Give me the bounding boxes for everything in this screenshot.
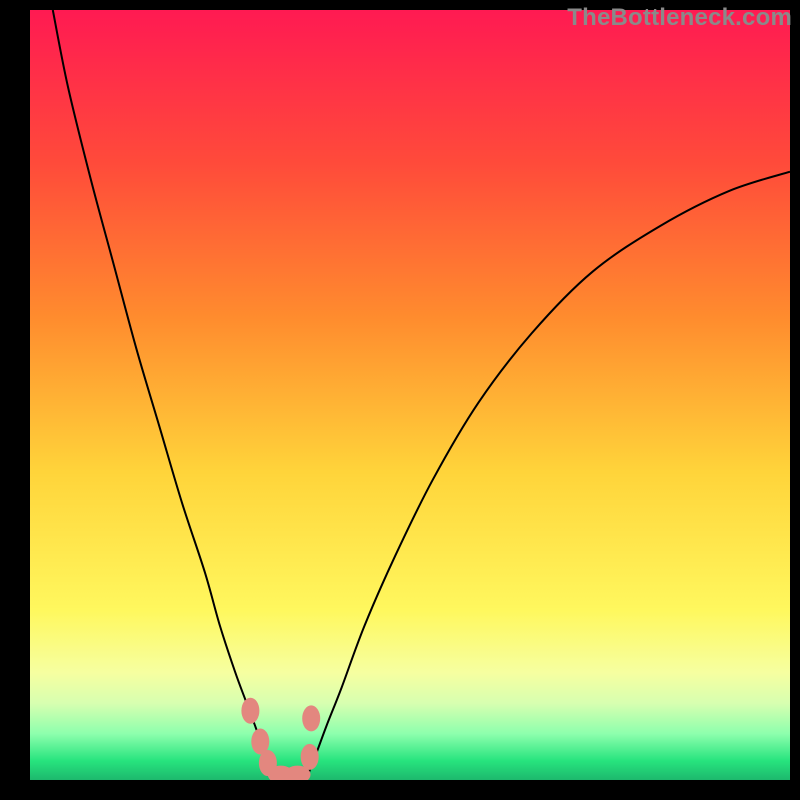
bottleneck-chart bbox=[30, 10, 790, 780]
chart-frame bbox=[30, 10, 790, 780]
gradient-background bbox=[30, 10, 790, 780]
marker-dot bbox=[301, 744, 319, 770]
marker-dot bbox=[302, 705, 320, 731]
marker-dot bbox=[241, 698, 259, 724]
watermark-text: TheBottleneck.com bbox=[567, 4, 792, 32]
